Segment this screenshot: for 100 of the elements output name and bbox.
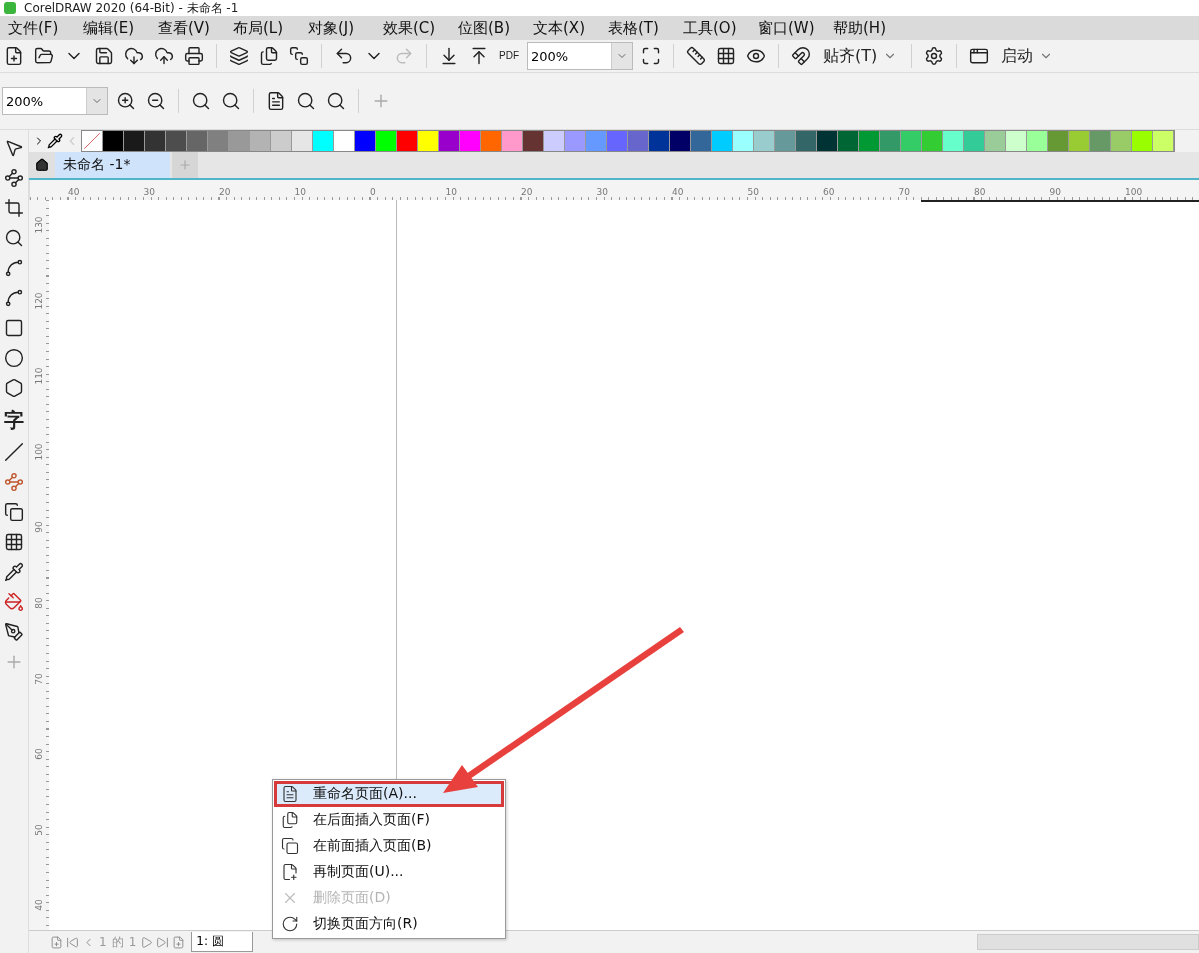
- color-swatch[interactable]: [586, 131, 607, 151]
- snap-dropdown[interactable]: 贴齐(T): [819, 43, 902, 69]
- color-swatch[interactable]: [250, 131, 271, 151]
- color-swatch[interactable]: [334, 131, 355, 151]
- color-swatch[interactable]: [145, 131, 166, 151]
- menu-item[interactable]: 效果(C): [383, 18, 458, 38]
- color-swatch[interactable]: [208, 131, 229, 151]
- eyedropper-icon[interactable]: [47, 133, 63, 149]
- color-swatch[interactable]: [838, 131, 859, 151]
- no-color-swatch[interactable]: [82, 131, 103, 151]
- menu-item[interactable]: 工具(O): [683, 18, 758, 38]
- pdf-button[interactable]: PDF: [497, 49, 521, 63]
- color-swatch[interactable]: [229, 131, 250, 151]
- line-icon[interactable]: [2, 440, 26, 464]
- color-swatch[interactable]: [859, 131, 880, 151]
- ruler-label: 10: [294, 187, 306, 197]
- zoom-combo[interactable]: 200%: [527, 42, 633, 70]
- color-swatch[interactable]: [1069, 131, 1090, 151]
- color-swatch[interactable]: [439, 131, 460, 151]
- color-swatch[interactable]: [880, 131, 901, 151]
- text-tool-button[interactable]: 字: [2, 406, 26, 434]
- menu-item[interactable]: 布局(L): [233, 18, 308, 38]
- color-swatch[interactable]: [124, 131, 145, 151]
- color-swatch[interactable]: [313, 131, 334, 151]
- color-swatch[interactable]: [607, 131, 628, 151]
- color-swatch[interactable]: [418, 131, 439, 151]
- color-swatch[interactable]: [187, 131, 208, 151]
- menu-item[interactable]: 文本(X): [533, 18, 608, 38]
- color-swatch[interactable]: [901, 131, 922, 151]
- eyedropper-icon[interactable]: [2, 560, 26, 584]
- ruler-label: 60: [34, 748, 44, 760]
- color-swatch[interactable]: [103, 131, 124, 151]
- fill-icon[interactable]: [2, 590, 26, 614]
- ruler-label: 70: [898, 187, 910, 197]
- node-icon[interactable]: [2, 166, 26, 190]
- context-menu-item[interactable]: 再制页面(U)...: [274, 859, 504, 885]
- color-swatch[interactable]: [943, 131, 964, 151]
- menu-item[interactable]: 帮助(H): [833, 18, 908, 38]
- menu-item[interactable]: 位图(B): [458, 18, 533, 38]
- pen-icon[interactable]: [2, 620, 26, 644]
- menu-item[interactable]: 查看(V): [158, 18, 233, 38]
- color-swatch[interactable]: [523, 131, 544, 151]
- color-swatch[interactable]: [817, 131, 838, 151]
- crop-icon[interactable]: [2, 196, 26, 220]
- document-tab[interactable]: 未命名 -1*: [55, 152, 170, 178]
- ruler-icon[interactable]: [684, 44, 708, 68]
- color-swatch[interactable]: [502, 131, 523, 151]
- horizontal-scrollbar[interactable]: [977, 934, 1199, 950]
- page-tab[interactable]: 1: 圆: [191, 932, 253, 952]
- menu-item[interactable]: 窗口(W): [758, 18, 833, 38]
- home-tab[interactable]: [29, 152, 55, 178]
- menu-item[interactable]: 文件(F): [8, 18, 83, 38]
- color-swatch[interactable]: [796, 131, 817, 151]
- ellipse-icon[interactable]: [2, 346, 26, 370]
- color-swatch[interactable]: [712, 131, 733, 151]
- color-swatch[interactable]: [649, 131, 670, 151]
- next-page-icon[interactable]: [139, 934, 155, 950]
- color-swatch[interactable]: [376, 131, 397, 151]
- color-swatch[interactable]: [565, 131, 586, 151]
- context-menu-item[interactable]: 重命名页面(A)...: [274, 781, 504, 807]
- menu-item[interactable]: 编辑(E): [83, 18, 158, 38]
- color-swatch[interactable]: [1048, 131, 1069, 151]
- print-icon[interactable]: [182, 44, 206, 68]
- color-swatch[interactable]: [460, 131, 481, 151]
- color-swatch[interactable]: [1027, 131, 1048, 151]
- color-swatch[interactable]: [1132, 131, 1153, 151]
- color-swatch[interactable]: [754, 131, 775, 151]
- color-swatch[interactable]: [1090, 131, 1111, 151]
- context-menu-item[interactable]: 在后面插入页面(F): [274, 807, 504, 833]
- ruler-label: 20: [521, 187, 533, 197]
- color-swatch[interactable]: [691, 131, 712, 151]
- color-swatch[interactable]: [397, 131, 418, 151]
- color-swatch[interactable]: [544, 131, 565, 151]
- color-swatch[interactable]: [1111, 131, 1132, 151]
- color-swatch[interactable]: [985, 131, 1006, 151]
- shadow-icon[interactable]: [2, 500, 26, 524]
- app-logo-icon: [4, 2, 16, 14]
- color-swatch[interactable]: [733, 131, 754, 151]
- color-swatch[interactable]: [628, 131, 649, 151]
- color-swatch[interactable]: [1006, 131, 1027, 151]
- color-swatch[interactable]: [166, 131, 187, 151]
- snap-icon[interactable]: [789, 44, 813, 68]
- launch-dropdown[interactable]: 启动: [997, 43, 1058, 69]
- context-menu-item[interactable]: 切换页面方向(R): [274, 911, 504, 937]
- menu-item[interactable]: 表格(T): [608, 18, 683, 38]
- color-swatch[interactable]: [670, 131, 691, 151]
- color-swatch[interactable]: [355, 131, 376, 151]
- ruler-label: 70: [34, 672, 44, 685]
- color-swatch[interactable]: [1153, 131, 1174, 151]
- color-swatch[interactable]: [775, 131, 796, 151]
- color-swatch[interactable]: [964, 131, 985, 151]
- context-menu-item[interactable]: 在前面插入页面(B): [274, 833, 504, 859]
- zoom-level-combo[interactable]: 200%: [2, 87, 108, 115]
- color-swatch[interactable]: [292, 131, 313, 151]
- menu-item[interactable]: 对象(J): [308, 18, 383, 38]
- add-page-icon[interactable]: [49, 934, 64, 950]
- color-swatch[interactable]: [271, 131, 292, 151]
- color-swatch[interactable]: [481, 131, 502, 151]
- connector-icon[interactable]: [2, 470, 26, 494]
- color-swatch[interactable]: [922, 131, 943, 151]
